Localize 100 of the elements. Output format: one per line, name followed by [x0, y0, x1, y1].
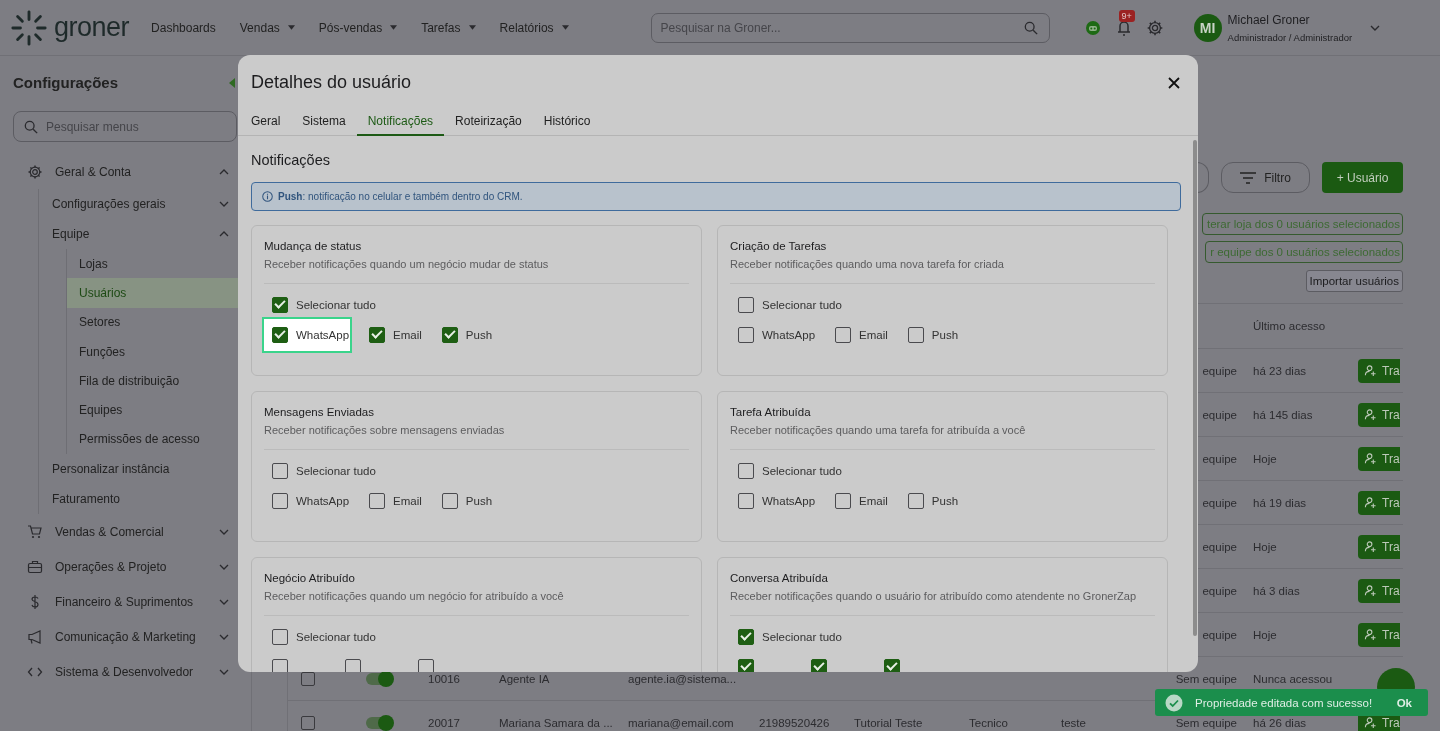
checkbox[interactable]	[272, 493, 288, 509]
import-button[interactable]: Importar usuários	[1305, 270, 1403, 292]
checkbox[interactable]	[441, 493, 458, 509]
checkbox[interactable]	[369, 327, 386, 343]
checkbox[interactable]	[272, 659, 288, 672]
transfer-button[interactable]: Tra	[1358, 534, 1400, 559]
close-icon[interactable]	[1168, 76, 1180, 89]
chevron-icon[interactable]	[1370, 24, 1381, 31]
add-user-button[interactable]: + Usuário	[1322, 162, 1403, 193]
scrollbar-thumb[interactable]	[1193, 140, 1197, 636]
checkbox[interactable]	[738, 659, 754, 672]
table-cell: Tecnico	[969, 716, 1008, 729]
tab[interactable]: Histórico	[532, 109, 602, 136]
column-header: Último acesso	[1253, 320, 1326, 332]
checkbox[interactable]	[272, 297, 288, 313]
checkbox-label: Selecionar tudo	[296, 299, 376, 311]
checkbox[interactable]	[738, 297, 754, 313]
section-title: Notificações	[251, 152, 331, 168]
checkbox[interactable]	[738, 463, 754, 479]
checkbox[interactable]	[738, 493, 754, 509]
checkbox[interactable]	[884, 659, 900, 672]
chevron-icon[interactable]	[219, 231, 229, 237]
sidebar-item[interactable]: Vendas & Comercial	[13, 514, 239, 550]
user-add-icon	[1364, 452, 1377, 465]
sidebar-item[interactable]: Comunicação & Marketing	[13, 619, 239, 655]
robot-icon[interactable]	[1083, 18, 1102, 37]
checkbox[interactable]	[418, 659, 434, 672]
sidebar-item[interactable]: Fila de distribuição	[67, 366, 239, 396]
checkbox[interactable]	[835, 327, 852, 343]
checkbox[interactable]	[301, 715, 315, 730]
sidebar-item[interactable]: Usuários	[67, 278, 239, 308]
user-add-icon	[1364, 496, 1377, 509]
chevron-icon[interactable]	[219, 563, 229, 570]
card-description: Receber notificações sobre mensagens enviadas	[264, 424, 506, 436]
sidebar-item[interactable]: Lojas	[67, 249, 239, 279]
checkbox[interactable]	[345, 659, 361, 672]
nav-item[interactable]: Vendas	[239, 20, 295, 35]
table-cell: há 3 dias	[1253, 584, 1300, 597]
nav-item[interactable]: Pós-vendas	[318, 20, 398, 35]
chevron-icon[interactable]	[219, 168, 229, 175]
chevron-icon[interactable]	[219, 201, 229, 207]
checkbox[interactable]	[738, 327, 754, 343]
table-cell: 10016	[428, 672, 460, 685]
checkbox[interactable]	[835, 493, 852, 509]
table-cell: Mariana Samara da ...	[499, 716, 613, 729]
table-cell: 20017	[428, 716, 460, 729]
settings-icon[interactable]	[1145, 18, 1164, 37]
table-cell: 21989520426	[759, 716, 830, 729]
transfer-button[interactable]: Tra	[1358, 358, 1400, 383]
toggle-switch[interactable]	[366, 716, 392, 729]
sidebar-item[interactable]: Equipes	[67, 395, 239, 425]
sidebar-item[interactable]: Operações & Projeto	[13, 549, 239, 585]
transfer-button[interactable]: Tra	[1358, 402, 1400, 427]
tab[interactable]: Geral	[240, 109, 292, 136]
checkbox-label: Selecionar tudo	[762, 465, 842, 477]
tab[interactable]: Notificações	[356, 109, 445, 136]
checkbox-label: Push	[465, 495, 493, 507]
chevron-icon[interactable]	[219, 668, 229, 675]
checkbox-label: Email	[393, 329, 422, 341]
tab[interactable]: Sistema	[291, 109, 357, 136]
sidebar-item[interactable]: Setores	[67, 307, 239, 337]
search-field[interactable]: Pesquisar na Groner...	[650, 12, 1050, 43]
sidebar-item[interactable]: Funções	[67, 336, 239, 367]
nav-item[interactable]: Dashboards	[151, 20, 216, 35]
transfer-button[interactable]: Tra	[1358, 622, 1400, 647]
transfer-button[interactable]: Tra	[1358, 490, 1400, 515]
checkbox[interactable]	[907, 493, 924, 509]
user-add-icon	[1364, 716, 1377, 729]
transfer-button[interactable]: Tra	[1358, 578, 1400, 603]
checkbox[interactable]	[272, 629, 288, 645]
sidebar-item[interactable]: Personalizar instância	[39, 454, 239, 485]
sidebar-item[interactable]: Faturamento	[39, 484, 239, 515]
search-field[interactable]: Pesquisar menus	[13, 111, 237, 142]
checkbox-label: WhatsApp	[762, 329, 816, 341]
sidebar-item[interactable]: Geral & Conta	[13, 154, 239, 189]
checkbox[interactable]	[441, 327, 458, 343]
chevron-icon[interactable]	[219, 598, 229, 605]
checkbox[interactable]	[369, 493, 386, 509]
filter-button[interactable]: Filtro	[1221, 162, 1310, 193]
checkbox[interactable]	[738, 629, 754, 645]
chevron-icon[interactable]	[219, 528, 229, 535]
table-cell: equipe	[1202, 364, 1237, 377]
nav-item[interactable]: Tarefas	[421, 20, 476, 35]
transfer-button[interactable]: Tra	[1358, 446, 1400, 471]
megaphone-icon	[27, 628, 43, 645]
table-cell: mariana@email.com	[628, 716, 734, 729]
checkbox[interactable]	[272, 463, 288, 479]
sidebar-item[interactable]: Permissões de acesso	[67, 424, 239, 455]
nav-item[interactable]: Relatórios	[499, 20, 569, 35]
chevron-icon[interactable]	[219, 633, 229, 640]
caret-icon	[561, 25, 569, 30]
checkbox[interactable]	[811, 659, 827, 672]
checkbox[interactable]	[907, 327, 924, 343]
ok-button[interactable]: Ok	[1390, 696, 1418, 709]
tab[interactable]: Roteirização	[444, 109, 533, 136]
table-cell: Tutorial Teste	[854, 716, 923, 729]
table-cell: Hoje	[1253, 628, 1277, 641]
avatar[interactable]: MI	[1193, 13, 1222, 42]
checkbox[interactable]	[272, 327, 288, 343]
highlighted-option[interactable]: WhatsApp	[264, 319, 351, 351]
